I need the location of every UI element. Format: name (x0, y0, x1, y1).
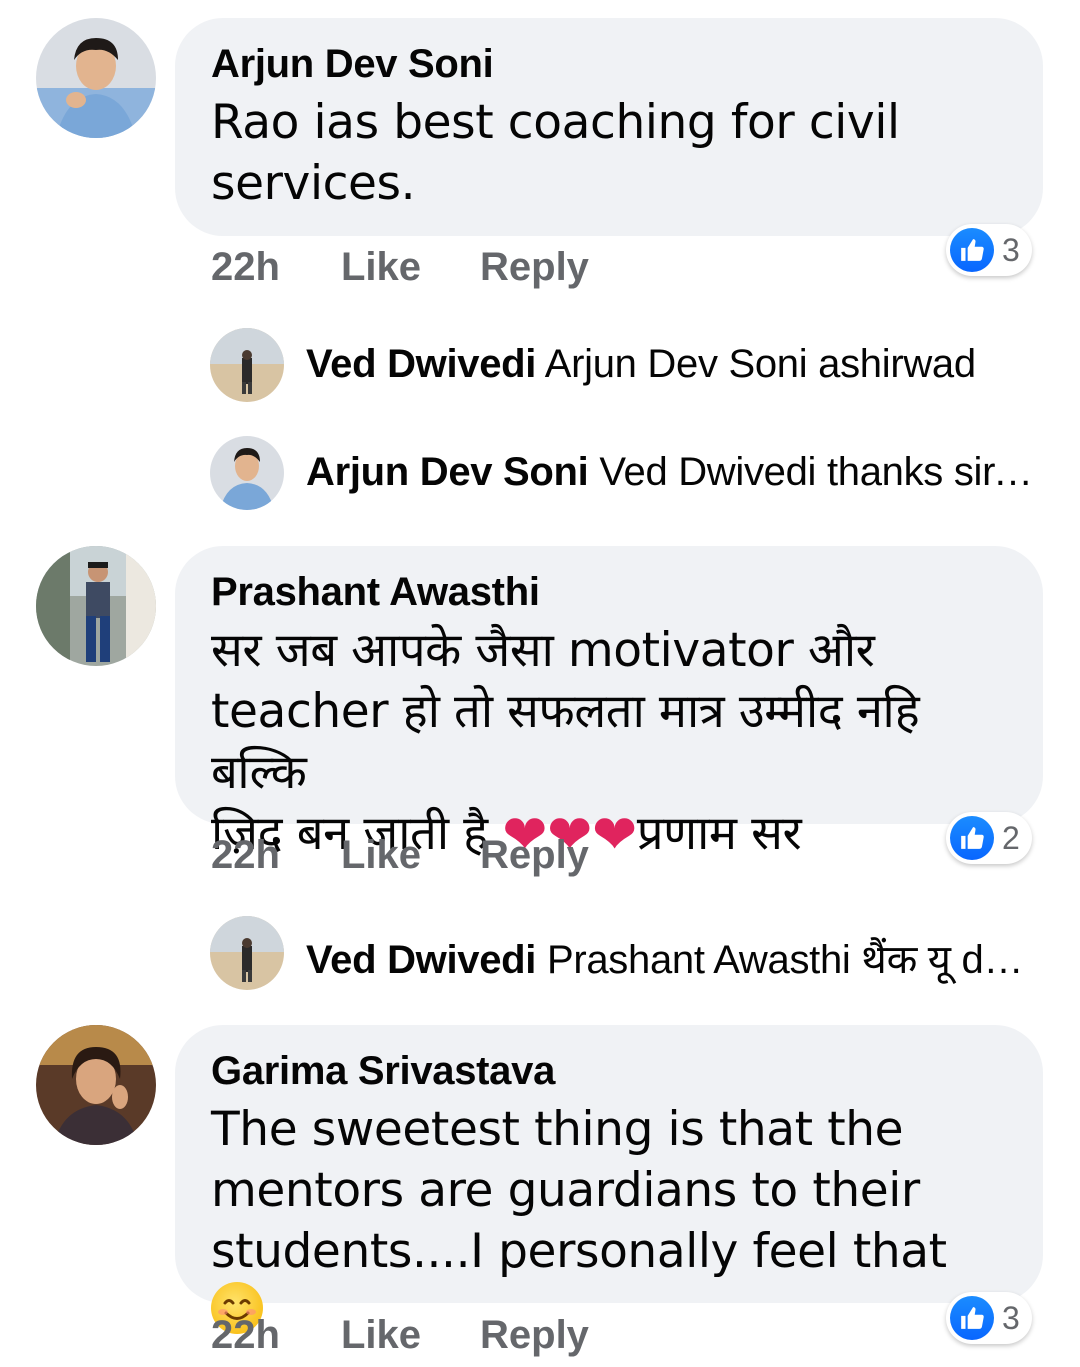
comment-text: The sweetest thing is that the mentors a… (211, 1099, 1013, 1343)
comment-text-fragment: students....I personally feel that (211, 1224, 947, 1279)
reply-author[interactable]: Ved Dwivedi (306, 938, 536, 982)
comment-text: सर जब आपके जैसा motivator और teacher हो … (211, 620, 1013, 864)
comment-actions: 22h Like Reply (211, 245, 589, 290)
reaction-summary[interactable]: 3 (946, 224, 1032, 276)
reply-author[interactable]: Arjun Dev Soni (306, 450, 589, 494)
thumbs-up-icon (950, 816, 994, 860)
avatar[interactable] (36, 546, 156, 666)
comment-bubble: Arjun Dev Soni Rao ias best coaching for… (175, 18, 1043, 236)
comment-author[interactable]: Garima Srivastava (211, 1047, 1013, 1095)
comment-text: Rao ias best coaching for civil services… (211, 92, 1013, 214)
comment-text-line: teacher हो तो सफलता मात्र उम्मीद नहि बल्… (211, 684, 920, 800)
comment-actions: 22h Like Reply (211, 833, 589, 878)
avatar[interactable] (36, 18, 156, 138)
reply-button[interactable]: Reply (480, 245, 589, 290)
reply-text[interactable]: Prashant Awasthi थैंक यू de... (547, 938, 1036, 982)
reaction-count: 2 (1002, 819, 1020, 856)
comment-text-fragment: प्रणाम सर (636, 806, 802, 861)
comment-time[interactable]: 22h (211, 245, 341, 290)
reply-row: Arjun Dev Soni Ved Dwivedi thanks sir,..… (306, 450, 1036, 495)
comment-text-line: mentors are guardians to their (211, 1163, 920, 1218)
reply-button[interactable]: Reply (480, 833, 589, 878)
reaction-count: 3 (1002, 1299, 1020, 1336)
comment-bubble: Prashant Awasthi सर जब आपके जैसा motivat… (175, 546, 1043, 862)
comment-time[interactable]: 22h (211, 833, 341, 878)
avatar[interactable] (210, 328, 284, 402)
comment-actions: 22h Like Reply (211, 1313, 589, 1358)
comment-time[interactable]: 22h (211, 1313, 341, 1358)
reaction-count: 3 (1002, 231, 1020, 268)
avatar[interactable] (36, 1025, 156, 1145)
reply-text[interactable]: Arjun Dev Soni ashirwad (545, 342, 976, 386)
comment-text-line: The sweetest thing is that the (211, 1102, 904, 1157)
avatar[interactable] (210, 436, 284, 510)
avatar[interactable] (210, 916, 284, 990)
comment-text-line: Rao ias best coaching for civil (211, 95, 900, 150)
like-button[interactable]: Like (341, 245, 480, 290)
reaction-summary[interactable]: 3 (946, 1292, 1032, 1344)
thumbs-up-icon (950, 1296, 994, 1340)
reply-text[interactable]: Ved Dwivedi thanks sir,... (599, 450, 1036, 494)
comment-author[interactable]: Arjun Dev Soni (211, 40, 1013, 88)
comment-author[interactable]: Prashant Awasthi (211, 568, 1013, 616)
like-button[interactable]: Like (341, 1313, 480, 1358)
thumbs-up-icon (950, 228, 994, 272)
comment-text-line: सर जब आपके जैसा motivator और (211, 623, 875, 678)
reaction-summary[interactable]: 2 (946, 812, 1032, 864)
reply-row: Ved Dwivedi Prashant Awasthi थैंक यू de.… (306, 930, 1036, 985)
reply-button[interactable]: Reply (480, 1313, 589, 1358)
reply-row: Ved Dwivedi Arjun Dev Soni ashirwad (306, 342, 1036, 387)
comment-bubble: Garima Srivastava The sweetest thing is … (175, 1025, 1043, 1334)
like-button[interactable]: Like (341, 833, 480, 878)
reply-author[interactable]: Ved Dwivedi (306, 342, 536, 386)
comment-text-line: services. (211, 156, 416, 211)
